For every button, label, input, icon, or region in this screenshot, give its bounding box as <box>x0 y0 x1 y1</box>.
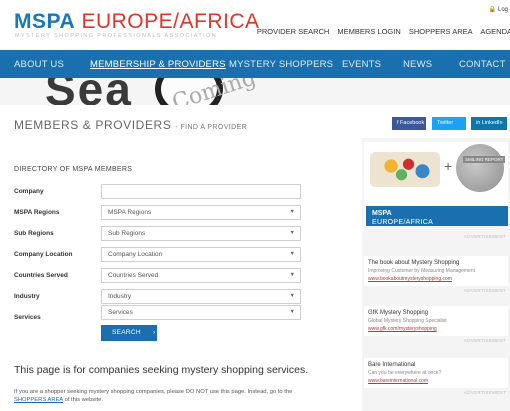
chevron-down-icon: ▼ <box>289 230 295 236</box>
logo-region: EUROPE/AFRICA <box>81 10 260 33</box>
countries-served-label: Countries Served <box>14 272 68 279</box>
ad-title: The book about Mystery Shopping <box>368 260 460 266</box>
services-value: Services <box>108 309 133 316</box>
banner-title: MSPA <box>372 210 392 217</box>
ad-link[interactable]: www.bareinternational.com <box>368 378 504 384</box>
company-input[interactable] <box>101 184 301 199</box>
page-title-main: MEMBERS & PROVIDERS <box>14 118 172 132</box>
mspa-regions-label: MSPA Regions <box>14 209 60 216</box>
mspa-regions-value: MSPA Regions <box>108 209 152 216</box>
nav-item-contact[interactable]: CONTACT <box>459 59 506 70</box>
login-label: Log <box>497 7 508 13</box>
directory-heading: DIRECTORY OF MSPA MEMBERS <box>14 166 133 173</box>
company-location-label: Company Location <box>14 251 73 258</box>
top-link-agenda[interactable]: AGENDA <box>480 27 510 36</box>
linkedin-share-button[interactable]: in LinkedIn <box>471 117 507 130</box>
globe-icon <box>456 144 504 192</box>
hero-search-text: Sea <box>45 78 133 105</box>
industry-value: Industry <box>108 293 132 300</box>
top-links: PROVIDER SEARCH MEMBERS LOGIN SHOPPERS A… <box>251 27 510 36</box>
people-illustration <box>370 152 440 187</box>
chevron-down-icon: ▼ <box>289 251 295 257</box>
mspa-regions-select[interactable]: MSPA Regions ▼ <box>101 205 301 220</box>
info-heading: This page is for companies seeking myste… <box>14 364 309 376</box>
top-link-provider-search[interactable]: PROVIDER SEARCH <box>257 27 330 36</box>
chevron-right-icon: › <box>153 329 156 336</box>
magnifier-lens-text: Coming <box>169 78 259 105</box>
logo-tagline: MYSTERY SHOPPING PROFESSIONALS ASSOCIATI… <box>15 33 218 39</box>
smiling-report-ribbon: SMILING REPORT <box>463 156 506 163</box>
site-header: MSPA EUROPE/AFRICA MYSTERY SHOPPING PROF… <box>0 0 510 50</box>
countries-served-value: Countries Served <box>108 272 159 279</box>
magnifier-icon: Coming <box>155 78 259 105</box>
advertisement-label: ADVERTISEMENT <box>463 288 506 293</box>
login-link[interactable]: 🔒 Log <box>489 6 508 13</box>
sub-regions-label: Sub Regions <box>14 230 54 237</box>
plus-icon: + <box>444 158 453 174</box>
ad-description: Improving Customer by Measuring Manageme… <box>368 268 475 274</box>
sidebar: + SMILING REPORT MSPA EUROPE/AFRICA ADVE… <box>362 138 510 411</box>
nav-item-events[interactable]: EVENTS <box>342 59 381 70</box>
page-title: MEMBERS & PROVIDERS - FIND A PROVIDER <box>14 118 247 132</box>
ad-description: Can you be everywhere at once? <box>368 370 442 376</box>
chevron-down-icon: ▼ <box>289 309 295 315</box>
services-label: Services <box>14 314 41 321</box>
industry-label: Industry <box>14 293 40 300</box>
ad-link[interactable]: www.bookaboutmysteryshopping.com <box>368 276 504 282</box>
info-text: If you are a shopper seeking mystery sho… <box>14 388 324 404</box>
page-subtitle: - FIND A PROVIDER <box>175 124 248 131</box>
top-link-members-login[interactable]: MEMBERS LOGIN <box>337 27 400 36</box>
ad-description: Global Mystery Shopping Specialist <box>368 318 447 324</box>
advertisement-label: ADVERTISEMENT <box>463 234 506 239</box>
nav-item-news[interactable]: NEWS <box>403 59 432 70</box>
search-button-label: SEARCH <box>112 329 141 336</box>
banner-caption: MSPA EUROPE/AFRICA <box>366 206 508 226</box>
countries-served-select[interactable]: Countries Served ▼ <box>101 268 301 283</box>
advertisement-label: ADVERTISEMENT <box>463 338 506 343</box>
search-button[interactable]: SEARCH › <box>101 325 157 341</box>
nav-item-about[interactable]: ABOUT US <box>14 59 64 70</box>
company-label: Company <box>14 188 44 195</box>
ad-link[interactable]: www.gfk.com/mysteryshopping <box>368 326 504 332</box>
logo-mspa: MSPA <box>14 10 76 33</box>
info-text-after: of this website. <box>62 397 103 403</box>
lock-icon: 🔒 <box>488 7 497 13</box>
advertisement-label: ADVERTISEMENT <box>463 390 506 395</box>
facebook-share-button[interactable]: f Facebook <box>392 117 426 130</box>
twitter-share-button[interactable]: Twitter <box>432 117 466 130</box>
chevron-down-icon: ▼ <box>289 293 295 299</box>
nav-item-membership[interactable]: MEMBERSHIP & PROVIDERS <box>90 59 226 70</box>
ad-card[interactable]: The book about Mystery Shopping Improvin… <box>364 256 508 286</box>
hero-image: Sea Coming <box>0 78 510 105</box>
smiling-report-banner[interactable]: + SMILING REPORT MSPA EUROPE/AFRICA <box>364 142 508 226</box>
company-location-value: Company Location <box>108 251 163 258</box>
chevron-down-icon: ▼ <box>289 272 295 278</box>
chevron-down-icon: ▼ <box>289 209 295 215</box>
top-link-shoppers-area[interactable]: SHOPPERS AREA <box>409 27 472 36</box>
ad-card[interactable]: Bare International Can you be everywhere… <box>364 358 508 388</box>
nav-item-mystery-shoppers[interactable]: MYSTERY SHOPPERS <box>229 59 333 70</box>
banner-subtitle: EUROPE/AFRICA <box>372 219 434 226</box>
industry-select[interactable]: Industry ▼ <box>101 289 301 304</box>
company-location-select[interactable]: Company Location ▼ <box>101 247 301 262</box>
ad-card[interactable]: GfK Mystery Shopping Global Mystery Shop… <box>364 306 508 336</box>
shoppers-area-link[interactable]: SHOPPERS AREA <box>14 397 63 403</box>
sub-regions-select[interactable]: Sub Regions ▼ <box>101 226 301 241</box>
ad-title: Bare International <box>368 362 416 368</box>
services-select[interactable]: Services ▼ <box>101 305 301 320</box>
sub-regions-value: Sub Regions <box>108 230 146 237</box>
ad-title: GfK Mystery Shopping <box>368 310 429 316</box>
main-nav: ABOUT US MEMBERSHIP & PROVIDERS MYSTERY … <box>0 50 510 78</box>
site-logo[interactable]: MSPA EUROPE/AFRICA <box>14 10 260 34</box>
info-text-before: If you are a shopper seeking mystery sho… <box>14 389 293 395</box>
